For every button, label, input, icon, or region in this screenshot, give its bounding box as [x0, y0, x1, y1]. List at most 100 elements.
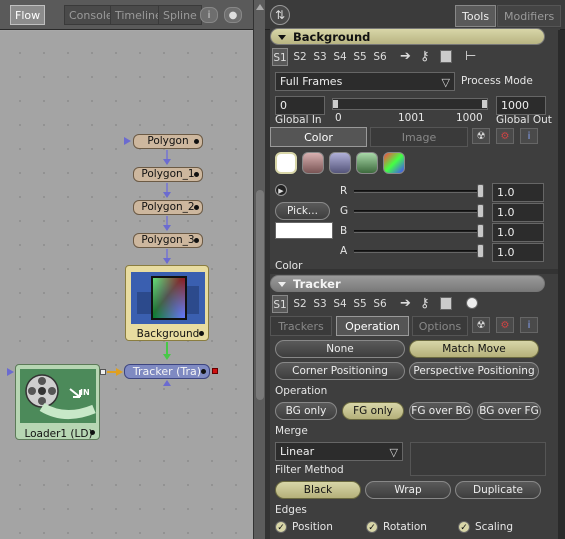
node-tracker[interactable]: Tracker (Tra) [124, 364, 210, 379]
channel-r-slider[interactable] [354, 190, 480, 193]
comment-icon[interactable]: ● [224, 7, 242, 23]
chevron-down-icon: ▽ [441, 76, 450, 89]
swatch-white[interactable] [275, 152, 297, 174]
slot-6[interactable]: S6 [372, 48, 388, 66]
edges-duplicate-button[interactable]: Duplicate [455, 481, 541, 499]
slot-4[interactable]: S4 [332, 48, 348, 66]
node-label: Loader1 (LD) [24, 428, 93, 440]
channel-b-knob[interactable] [477, 224, 484, 238]
node-polygon[interactable]: Polygon [133, 134, 203, 149]
slot-1[interactable]: S1 [272, 295, 288, 313]
play-icon[interactable]: ▶ [275, 184, 287, 196]
node-loader[interactable]: IN Loader1 (LD) [15, 364, 100, 440]
rotation-checkbox[interactable]: ✓ [366, 521, 378, 533]
slot-3[interactable]: S3 [312, 295, 328, 313]
flow-vertical-scrollbar[interactable] [253, 0, 265, 539]
scroll-up-icon[interactable] [256, 4, 264, 10]
target-icon[interactable] [466, 297, 478, 309]
channel-g-knob[interactable] [477, 204, 484, 218]
save-icon[interactable] [440, 50, 452, 63]
global-in-field[interactable]: 0 [275, 96, 325, 115]
position-checkbox[interactable]: ✓ [275, 521, 287, 533]
operation-corner-button[interactable]: Corner Positioning [275, 362, 405, 380]
scaling-label: Scaling [475, 521, 514, 533]
merge-bg-over-fg-button[interactable]: BG over FG [477, 402, 541, 420]
operation-none-button[interactable]: None [275, 340, 405, 358]
global-in-label: Global In [275, 114, 322, 126]
tracker-header[interactable]: Tracker [270, 275, 545, 292]
slot-5[interactable]: S5 [352, 48, 368, 66]
swatch-green[interactable] [356, 152, 378, 174]
channel-a-knob[interactable] [477, 244, 484, 258]
node-polygon-1[interactable]: Polygon_1 [133, 167, 203, 182]
tab-trackers[interactable]: Trackers [270, 316, 332, 336]
channel-r-value[interactable]: 1.0 [492, 183, 544, 202]
gear-icon[interactable]: ⚙ [496, 317, 514, 333]
save-icon[interactable] [440, 297, 452, 310]
slot-5[interactable]: S5 [352, 295, 368, 313]
scaling-checkbox[interactable]: ✓ [458, 521, 470, 533]
edges-wrap-button[interactable]: Wrap [365, 481, 451, 499]
node-background[interactable]: Background [125, 265, 209, 341]
tab-modifiers[interactable]: Modifiers [497, 5, 562, 27]
flow-canvas[interactable]: Polygon Polygon_1 Polygon_2 Polygon_3 Ba… [0, 31, 253, 539]
arrow-in-icon[interactable]: ➔ [400, 49, 411, 64]
tab-flow[interactable]: Flow [10, 5, 46, 25]
merge-fg-only-button[interactable]: FG only [342, 402, 404, 420]
channel-g-value[interactable]: 1.0 [492, 203, 544, 222]
operation-match-move-button[interactable]: Match Move [409, 340, 539, 358]
background-tool-panel: Background S1 S2 S3 S4 S5 S6 ➔ ⚷ ⊢ Full … [270, 28, 560, 272]
arrow-in-icon[interactable]: ➔ [400, 296, 411, 311]
slot-6[interactable]: S6 [372, 295, 388, 313]
key-icon[interactable]: ⚷ [420, 296, 430, 311]
pin-icon[interactable]: ⊢ [465, 49, 476, 64]
slot-2[interactable]: S2 [292, 295, 308, 313]
slot-4[interactable]: S4 [332, 295, 348, 313]
arrow-down-icon [163, 159, 171, 165]
pick-button[interactable]: Pick... [275, 202, 330, 220]
channel-g-slider[interactable] [354, 210, 480, 213]
merge-fg-over-bg-button[interactable]: FG over BG [409, 402, 473, 420]
global-out-field[interactable]: 1000 [496, 96, 546, 115]
background-header[interactable]: Background [270, 28, 545, 45]
scroll-thumb[interactable] [256, 190, 264, 400]
tools-scrollbar[interactable] [558, 30, 565, 539]
node-polygon-3[interactable]: Polygon_3 [133, 233, 203, 248]
frames-select[interactable]: Full Frames ▽ [275, 72, 455, 91]
edges-black-button[interactable]: Black [275, 481, 361, 499]
filter-method-select[interactable]: Linear ▽ [275, 442, 403, 461]
range-handle-right[interactable] [482, 100, 487, 108]
channel-a-slider[interactable] [354, 250, 480, 253]
tab-spline[interactable]: Spline [158, 5, 202, 25]
info-icon[interactable]: i [520, 128, 538, 144]
left-tab-bar: Flow Console Timeline Spline i ● [0, 0, 265, 30]
key-icon[interactable]: ⚷ [420, 49, 430, 64]
node-polygon-2[interactable]: Polygon_2 [133, 200, 203, 215]
slot-3[interactable]: S3 [312, 48, 328, 66]
range-handle-left[interactable] [333, 100, 338, 108]
swatch-blue[interactable] [329, 152, 351, 174]
swap-view-icon[interactable]: ⇅ [270, 5, 290, 25]
tab-options[interactable]: Options [412, 316, 468, 336]
tab-operation[interactable]: Operation [336, 316, 409, 336]
radioactive-icon[interactable]: ☢ [472, 317, 490, 333]
slot-1[interactable]: S1 [272, 48, 288, 66]
channel-r-knob[interactable] [477, 184, 484, 198]
radioactive-icon[interactable]: ☢ [472, 128, 490, 144]
swatch-gradient[interactable] [383, 152, 405, 174]
range-slider[interactable] [332, 98, 488, 110]
tab-image[interactable]: Image [370, 127, 468, 147]
operation-perspective-button[interactable]: Perspective Positioning [409, 362, 539, 380]
slot-2[interactable]: S2 [292, 48, 308, 66]
swatch-red[interactable] [302, 152, 324, 174]
tab-tools[interactable]: Tools [455, 5, 497, 27]
tab-color[interactable]: Color [270, 127, 367, 147]
info-icon[interactable]: i [200, 7, 218, 23]
channel-a-value[interactable]: 1.0 [492, 243, 544, 262]
info-icon[interactable]: i [520, 317, 538, 333]
merge-bg-only-button[interactable]: BG only [275, 402, 337, 420]
gear-icon[interactable]: ⚙ [496, 128, 514, 144]
flow-pane: Flow Console Timeline Spline i ● Polygon… [0, 0, 265, 539]
channel-b-slider[interactable] [354, 230, 480, 233]
channel-b-value[interactable]: 1.0 [492, 223, 544, 242]
